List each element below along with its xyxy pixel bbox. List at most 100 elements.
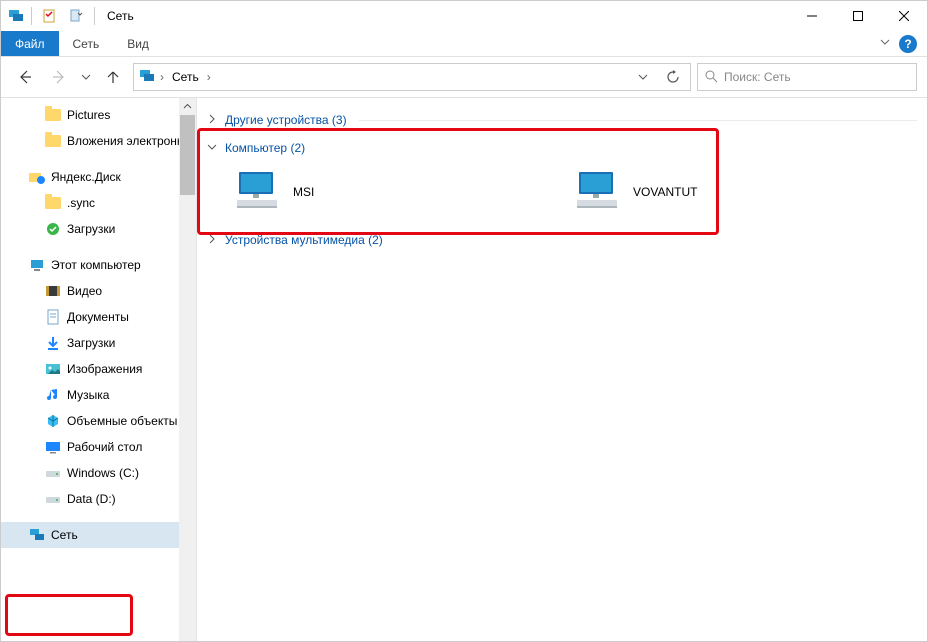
sidebar-item-11[interactable]: Изображения xyxy=(1,356,179,382)
computer-icon xyxy=(231,166,283,218)
sidebar-item-14[interactable]: Рабочий стол xyxy=(1,434,179,460)
titlebar: Сеть xyxy=(1,1,927,31)
sidebar-item-label: Объемные объекты xyxy=(67,414,177,428)
search-icon xyxy=(704,69,718,86)
docs-icon xyxy=(45,309,61,325)
download-icon xyxy=(45,335,61,351)
sidebar-item-label: Изображения xyxy=(67,362,142,376)
sidebar-item-label: Музыка xyxy=(67,388,109,402)
ribbon-tab-network[interactable]: Сеть xyxy=(59,31,114,56)
sidebar-item-3[interactable]: Яндекс.Диск xyxy=(1,164,179,190)
sidebar-item-7[interactable]: Этот компьютер xyxy=(1,252,179,278)
sidebar-item-label: Видео xyxy=(67,284,102,298)
folder-icon xyxy=(45,195,61,211)
drive-icon xyxy=(45,491,61,507)
ribbon-tab-view[interactable]: Вид xyxy=(113,31,163,56)
network-icon xyxy=(29,527,45,543)
3d-icon xyxy=(45,413,61,429)
close-button[interactable] xyxy=(881,1,927,31)
address-dropdown-icon[interactable] xyxy=(630,64,656,90)
music-icon xyxy=(45,387,61,403)
check-icon xyxy=(45,221,61,237)
sidebar-item-label: Windows (C:) xyxy=(67,466,139,480)
computer-item-0[interactable]: MSI xyxy=(231,166,531,218)
sidebar-item-label: Загрузки xyxy=(67,336,115,350)
maximize-button[interactable] xyxy=(835,1,881,31)
navigation-pane: Pictures Вложения электронной почты Яндекс… xyxy=(1,98,197,641)
folder-icon xyxy=(45,133,61,149)
sidebar-item-label: Data (D:) xyxy=(67,492,116,506)
sidebar-item-5[interactable]: Загрузки xyxy=(1,216,179,242)
address-row: › Сеть › Поиск: Сеть xyxy=(1,57,927,97)
group-header-2[interactable]: Устройства мультимедиа (2) xyxy=(207,226,917,254)
group-header-1[interactable]: Компьютер (2) xyxy=(207,134,917,162)
group-title: Устройства мультимедиа (2) xyxy=(225,233,383,247)
desktop-icon xyxy=(45,439,61,455)
nav-back-button[interactable] xyxy=(11,63,39,91)
ribbon-tab-file[interactable]: Файл xyxy=(1,31,59,56)
minimize-button[interactable] xyxy=(789,1,835,31)
sidebar-item-label: Яндекс.Диск xyxy=(51,170,121,184)
sidebar-item-15[interactable]: Windows (C:) xyxy=(1,460,179,486)
computer-label: VOVANTUT xyxy=(633,185,697,199)
sidebar-item-label: .sync xyxy=(67,196,95,210)
scrollbar[interactable] xyxy=(179,98,196,641)
breadcrumb[interactable]: Сеть xyxy=(168,70,203,84)
titlebar-left: Сеть xyxy=(1,5,134,27)
content-pane: Другие устройства (3) Компьютер (2) MSI VOV… xyxy=(197,98,927,641)
refresh-icon[interactable] xyxy=(660,64,686,90)
address-bar[interactable]: › Сеть › xyxy=(133,63,691,91)
sidebar-item-4[interactable]: .sync xyxy=(1,190,179,216)
drive-icon xyxy=(45,465,61,481)
sidebar-item-0[interactable]: Pictures xyxy=(1,102,179,128)
computer-item-1[interactable]: VOVANTUT xyxy=(571,166,871,218)
chevron-down-icon[interactable] xyxy=(207,141,219,155)
nav-up-button[interactable] xyxy=(99,63,127,91)
group-title: Компьютер (2) xyxy=(225,141,305,155)
sidebar-item-label: Рабочий стол xyxy=(67,440,142,454)
sidebar-item-8[interactable]: Видео xyxy=(1,278,179,304)
scroll-up-icon[interactable] xyxy=(179,98,196,115)
pc-icon xyxy=(29,257,45,273)
chevron-right-icon[interactable]: › xyxy=(207,70,211,84)
network-icon xyxy=(7,7,25,25)
ribbon-collapse-icon[interactable] xyxy=(879,36,891,51)
sidebar-item-12[interactable]: Музыка xyxy=(1,382,179,408)
window-controls xyxy=(789,1,927,31)
search-placeholder: Поиск: Сеть xyxy=(724,70,791,84)
sidebar-item-label: Документы xyxy=(67,310,129,324)
sidebar-item-label: Сеть xyxy=(51,528,78,542)
nav-forward-button[interactable] xyxy=(45,63,73,91)
sidebar-item-18[interactable]: Сеть xyxy=(1,522,179,548)
video-icon xyxy=(45,283,61,299)
sidebar-item-label: Загрузки xyxy=(67,222,115,236)
sidebar-item-13[interactable]: Объемные объекты xyxy=(1,408,179,434)
yadisk-icon xyxy=(29,169,45,185)
chevron-right-icon[interactable] xyxy=(207,113,219,127)
scrollbar-thumb[interactable] xyxy=(180,115,195,195)
window-title: Сеть xyxy=(107,9,134,23)
sidebar-item-label: Вложения электронной почты xyxy=(67,134,179,148)
quick-access-dropdown[interactable] xyxy=(64,5,88,27)
sidebar-item-label: Этот компьютер xyxy=(51,258,141,272)
images-icon xyxy=(45,361,61,377)
chevron-right-icon[interactable]: › xyxy=(160,70,164,84)
group-title: Другие устройства (3) xyxy=(225,113,347,127)
sidebar-item-16[interactable]: Data (D:) xyxy=(1,486,179,512)
folder-icon xyxy=(45,107,61,123)
sidebar-item-9[interactable]: Документы xyxy=(1,304,179,330)
sidebar-item-10[interactable]: Загрузки xyxy=(1,330,179,356)
group-header-0[interactable]: Другие устройства (3) xyxy=(207,106,917,134)
nav-history-dropdown[interactable] xyxy=(79,63,93,91)
computer-icon xyxy=(571,166,623,218)
sidebar-item-label: Pictures xyxy=(67,108,110,122)
search-input[interactable]: Поиск: Сеть xyxy=(697,63,917,91)
sidebar-item-1[interactable]: Вложения электронной почты xyxy=(1,128,179,154)
chevron-right-icon[interactable] xyxy=(207,233,219,247)
computer-label: MSI xyxy=(293,185,314,199)
network-icon xyxy=(138,67,156,88)
quick-access-properties[interactable] xyxy=(38,5,62,27)
group-items-1: MSI VOVANTUT xyxy=(207,162,917,226)
ribbon: Файл Сеть Вид ? xyxy=(1,31,927,57)
help-icon[interactable]: ? xyxy=(899,35,917,53)
